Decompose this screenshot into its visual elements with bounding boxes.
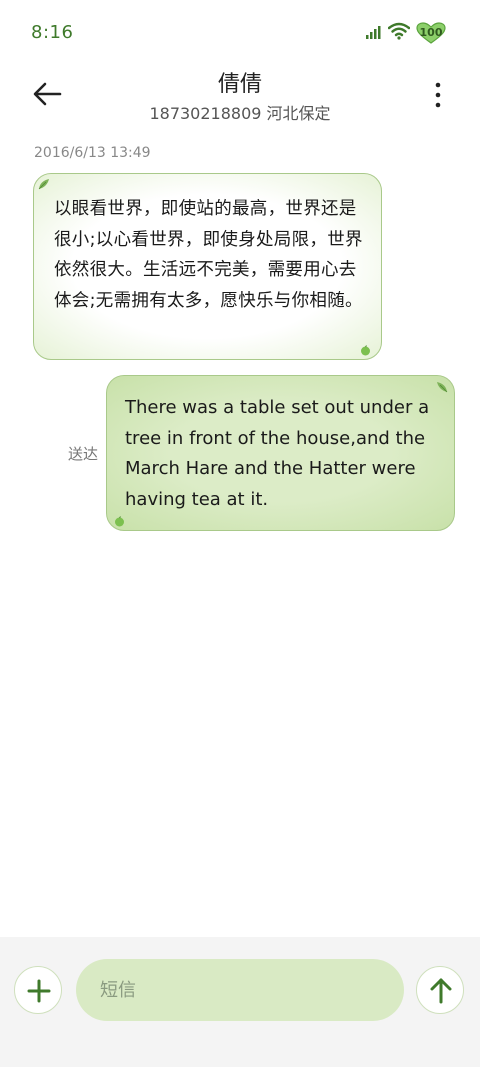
delivery-status: 送达 [68, 445, 99, 463]
send-button[interactable] [416, 966, 464, 1014]
conversation-header: 倩倩 18730218809 河北保定 [0, 66, 480, 130]
incoming-message-bubble[interactable]: 以眼看世界，即使站的最高，世界还是很小;以心看世界，即使身处局限，世界依然很大。… [33, 173, 382, 360]
leaf-icon [437, 382, 448, 393]
apple-icon [115, 516, 124, 527]
outgoing-message-text: There was a table set out under a tree i… [125, 397, 430, 510]
compose-bar [0, 937, 480, 1067]
wifi-icon [387, 22, 411, 44]
battery-icon: 100 [416, 22, 446, 44]
add-attachment-button[interactable] [14, 966, 62, 1014]
status-icons: 100 [366, 22, 446, 44]
signal-icon [366, 24, 382, 43]
incoming-message-text: 以眼看世界，即使站的最高，世界还是很小;以心看世界，即使身处局限，世界依然很大。… [54, 199, 363, 311]
status-bar: 8:16 100 [0, 0, 480, 66]
apple-icon [361, 345, 370, 356]
battery-level: 100 [419, 26, 443, 39]
message-input[interactable] [76, 959, 404, 1021]
arrow-up-icon [430, 978, 452, 1004]
contact-name: 倩倩 [217, 72, 262, 97]
more-vertical-icon [435, 82, 441, 108]
status-time: 8:16 [31, 22, 74, 43]
leaf-icon [38, 179, 49, 190]
contact-subtitle: 18730218809 河北保定 [149, 104, 331, 123]
message-timestamp: 2016/6/13 13:49 [34, 145, 151, 161]
more-options-button[interactable] [432, 80, 444, 110]
plus-icon [27, 979, 51, 1003]
outgoing-message-bubble[interactable]: There was a table set out under a tree i… [106, 375, 455, 531]
